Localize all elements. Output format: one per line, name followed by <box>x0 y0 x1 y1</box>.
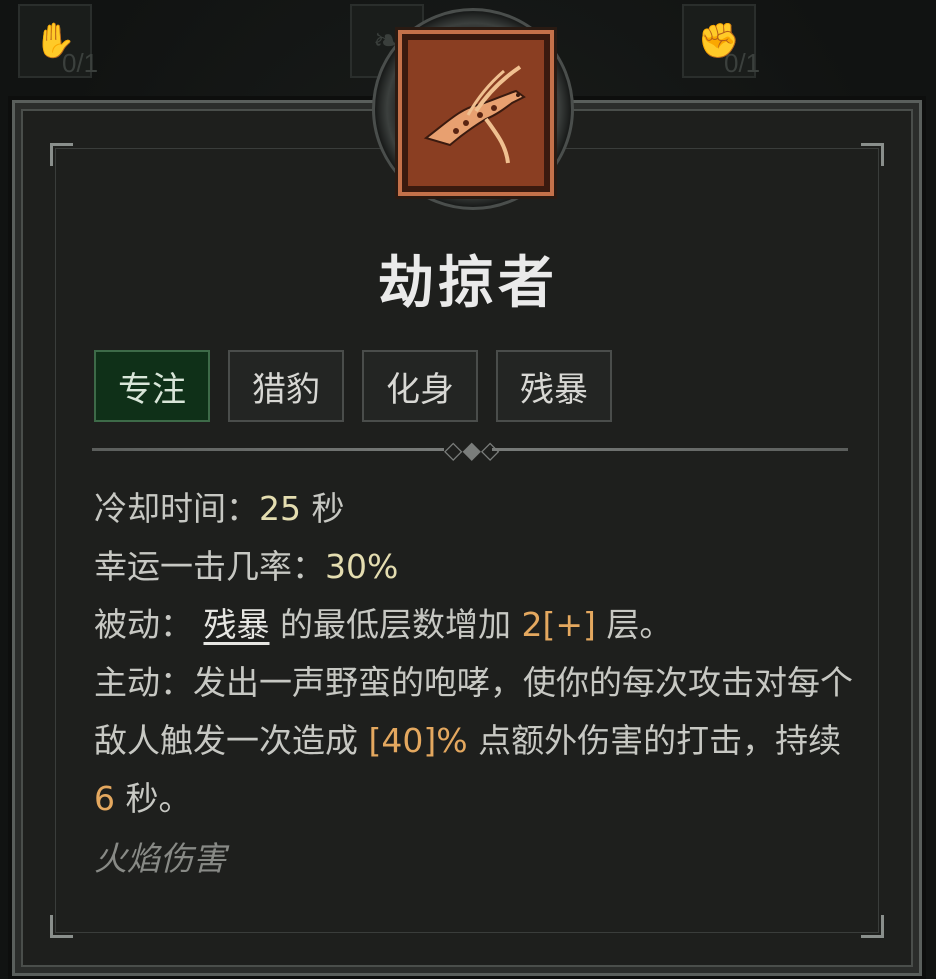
tag-ferocity: 残暴 <box>496 350 612 422</box>
passive-value: 2[+] <box>521 605 596 644</box>
active-text-c: 秒。 <box>115 779 192 818</box>
active-duration-value: 6 <box>94 779 115 818</box>
cooldown-label: 冷却时间： <box>94 489 259 528</box>
damage-type-label: 火焰伤害 <box>94 839 226 878</box>
frame-corner <box>50 915 73 938</box>
lucky-hit-label: 幸运一击几率： <box>94 547 325 586</box>
tag-focus: 专注 <box>94 350 210 422</box>
active-text-b: 点额外伤害的打击，持续 <box>467 721 842 760</box>
skill-tags: 专注 猎豹 化身 残暴 <box>94 350 612 422</box>
skill-name: 劫掠者 <box>378 251 558 316</box>
passive-text-b: 层。 <box>595 605 673 644</box>
divider-ornament-icon: ◇◆◇ <box>444 436 500 464</box>
jaguar-leap-icon <box>398 30 554 196</box>
active-label: 主动： <box>94 663 193 702</box>
cooldown-line: 冷却时间：25 秒 <box>94 480 854 538</box>
passive-line: 被动： 残暴 的最低层数增加 2[+] 层。 <box>94 596 854 654</box>
passive-label: 被动： <box>94 605 193 644</box>
passive-text-a: 的最低层数增加 <box>269 605 522 644</box>
skill-description: 冷却时间：25 秒 幸运一击几率：30% 被动： 残暴 的最低层数增加 2[+]… <box>94 480 854 828</box>
frame-corner <box>50 143 73 166</box>
frame-corner <box>861 143 884 166</box>
tag-jaguar: 猎豹 <box>228 350 344 422</box>
active-damage-value: [40]% <box>368 721 468 760</box>
tag-incarnation: 化身 <box>362 350 478 422</box>
skill-rank-counter: 0/1 <box>724 48 761 78</box>
cooldown-value: 25 <box>259 489 301 528</box>
active-line: 主动：发出一声野蛮的咆哮，使你的每次攻击对每个敌人触发一次造成 [40]% 点额… <box>94 654 854 828</box>
skill-rank-counter: 0/1 <box>62 48 99 78</box>
lucky-hit-value: 30% <box>325 547 399 586</box>
frame-corner <box>861 915 884 938</box>
ferocity-keyword-link[interactable]: 残暴 <box>204 605 270 644</box>
lucky-hit-line: 幸运一击几率：30% <box>94 538 854 596</box>
cooldown-unit: 秒 <box>301 489 345 528</box>
